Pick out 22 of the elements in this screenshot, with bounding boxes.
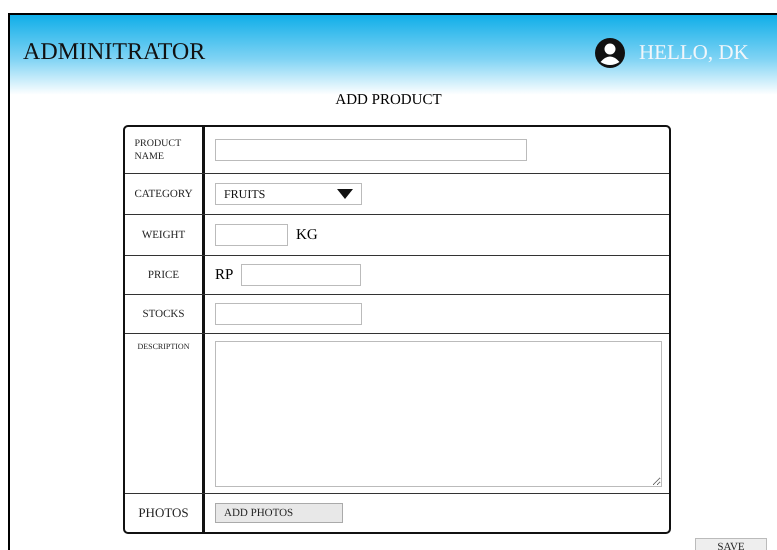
field-label: PRODUCT NAME xyxy=(134,137,182,163)
input-field[interactable] xyxy=(215,139,527,161)
field-label: WEIGHT xyxy=(142,229,186,241)
input-field[interactable] xyxy=(215,224,288,246)
field-label: PHOTOS xyxy=(138,505,189,521)
unit-label: RP xyxy=(215,266,234,284)
field-label: PRICE xyxy=(148,269,180,281)
add-photos-button[interactable]: ADD PHOTOS xyxy=(215,503,343,523)
save-button[interactable]: SAVE xyxy=(695,538,767,550)
greeting: HELLO, DK xyxy=(639,40,750,65)
field-label: CATEGORY xyxy=(134,188,193,200)
app-title: ADMINITRATOR xyxy=(23,39,206,66)
input-field[interactable] xyxy=(215,303,362,325)
field-label: DESCRIPTION xyxy=(137,342,190,351)
unit-label: KG xyxy=(296,226,318,244)
page-title: ADD PRODUCT xyxy=(335,91,442,109)
caret-icon xyxy=(337,189,353,199)
field-label: STOCKS xyxy=(142,308,184,320)
input-field[interactable] xyxy=(241,264,362,286)
description-field[interactable] xyxy=(215,340,662,486)
user-avatar-icon[interactable] xyxy=(594,36,626,68)
category-dropdown[interactable]: FRUITS xyxy=(215,183,362,205)
